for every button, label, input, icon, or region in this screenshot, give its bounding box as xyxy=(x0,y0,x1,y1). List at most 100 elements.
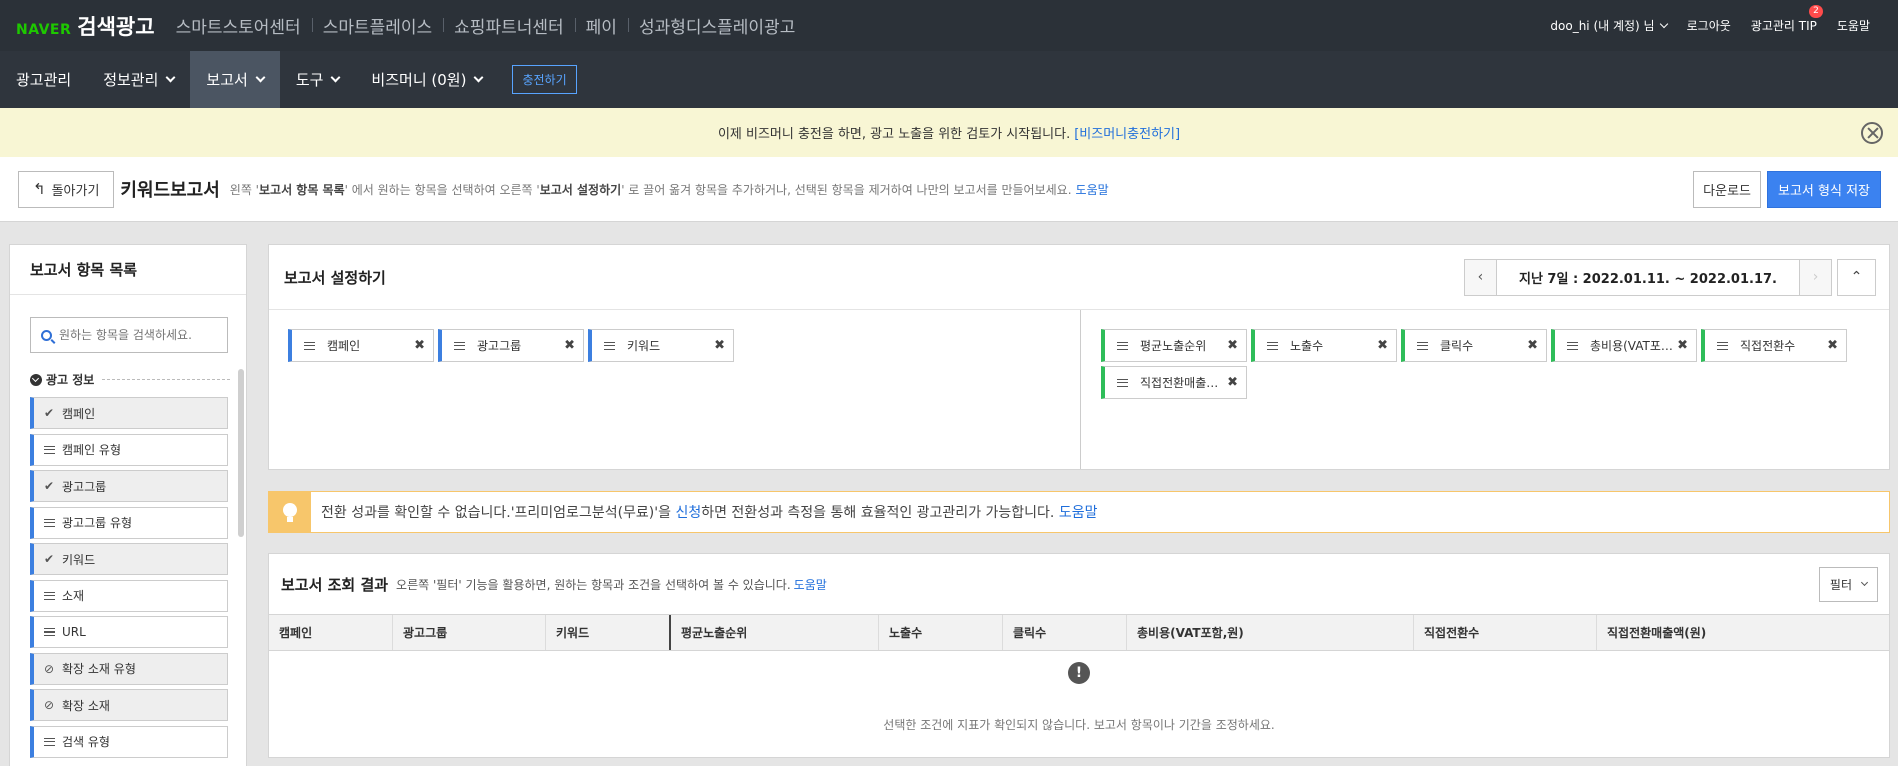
column-header-avg-rank[interactable]: 평균노출순위 xyxy=(671,615,879,650)
remove-icon[interactable]: ✖ xyxy=(714,338,725,353)
drag-handle-icon xyxy=(454,341,465,350)
bizmoney-charge-link[interactable]: [비즈머니충전하기] xyxy=(1074,123,1180,142)
ad-tip-link[interactable]: 광고관리 TIP 2 xyxy=(1741,5,1827,34)
nav-bizmoney[interactable]: 비즈머니 (0원) xyxy=(355,51,498,108)
nav-label: 정보관리 xyxy=(103,71,159,89)
metric-chip-total-cost[interactable]: 총비용(VAT포함,원)✖ xyxy=(1551,329,1697,362)
list-item[interactable]: 소재 xyxy=(30,579,228,612)
notice-banner: 이제 비즈머니 충전을 하면, 광고 노출을 위한 검토가 시작됩니다. [비즈… xyxy=(0,108,1898,157)
chip-label: 클릭수 xyxy=(1440,339,1474,353)
date-range[interactable]: 지난 7일 : 2022.01.11. ~ 2022.01.17. xyxy=(1496,258,1799,296)
tip-count-badge: 2 xyxy=(1809,5,1823,18)
chevron-down-icon xyxy=(330,72,341,82)
item-search[interactable] xyxy=(30,317,228,353)
filter-button[interactable]: 필터 xyxy=(1818,566,1878,602)
metric-chip-direct-conversions[interactable]: 직접전환수 ✖ xyxy=(1701,329,1847,362)
user-name: doo_hi (내 계정) 님 xyxy=(1550,19,1655,33)
list-item[interactable]: ✔ 광고그룹 xyxy=(30,470,228,502)
column-header-adgroup[interactable]: 광고그룹 xyxy=(393,615,546,650)
next-period-button[interactable]: › xyxy=(1799,258,1832,296)
close-icon[interactable] xyxy=(1861,122,1883,144)
column-header-impressions[interactable]: 노출수 xyxy=(879,615,1003,650)
section-header-ad-info[interactable]: 광고 정보 xyxy=(30,371,230,388)
metric-chip-impressions[interactable]: 노출수 ✖ xyxy=(1251,329,1397,362)
nav-tools[interactable]: 도구 xyxy=(280,51,356,108)
nav-info-management[interactable]: 정보관리 xyxy=(87,51,190,108)
desc-bold: 보고서 설정하기 xyxy=(539,182,622,197)
charge-button[interactable]: 충전하기 xyxy=(512,65,577,94)
help-link[interactable]: 도움말 xyxy=(1076,183,1109,197)
dimension-chip-keyword[interactable]: 키워드 ✖ xyxy=(588,329,734,362)
results-table-header: 캠페인 광고그룹 키워드 평균노출순위 노출수 클릭수 총비용(VAT포함,원)… xyxy=(269,614,1889,651)
list-item[interactable]: ⊘ 확장 소재 유형 xyxy=(30,652,228,685)
help-link[interactable]: 도움말 xyxy=(794,578,827,592)
collapse-button[interactable]: ⌃ xyxy=(1837,258,1876,296)
naver-logo: NAVER xyxy=(16,21,72,38)
list-item[interactable]: 광고그룹 유형 xyxy=(30,506,228,539)
item-label: 캠페인 유형 xyxy=(62,443,122,457)
chevron-up-icon: ⌃ xyxy=(1850,269,1863,285)
column-header-clicks[interactable]: 클릭수 xyxy=(1003,615,1127,650)
nav-reports[interactable]: 보고서 xyxy=(190,51,280,108)
account-menu: doo_hi (내 계정) 님 로그아웃 광고관리 TIP 2 도움말 xyxy=(1540,5,1880,34)
download-button[interactable]: 다운로드 xyxy=(1693,170,1761,208)
site-link-pay[interactable]: 페이 xyxy=(574,13,628,38)
list-item[interactable]: 캠페인 유형 xyxy=(30,433,228,466)
settings-body: 캠페인 ✖ 광고그룹 ✖ 키워드 ✖ 평균노출순위 ✖ 노출수 ✖ 클릭수 ✖ 총비용(VA… xyxy=(269,310,1889,469)
metric-chip-avg-rank[interactable]: 평균노출순위 ✖ xyxy=(1101,329,1247,362)
remove-icon[interactable]: ✖ xyxy=(1677,338,1688,353)
remove-icon[interactable]: ✖ xyxy=(564,338,575,353)
scrollbar[interactable] xyxy=(238,369,244,537)
apply-link[interactable]: 신청 xyxy=(675,505,701,521)
column-header-total-cost[interactable]: 총비용(VAT포함,원) xyxy=(1127,615,1414,650)
list-item[interactable]: ⊘ 확장 소재 xyxy=(30,689,228,721)
nav-label: 도구 xyxy=(295,71,324,89)
dimension-chip-campaign[interactable]: 캠페인 ✖ xyxy=(288,329,434,362)
save-report-format-button[interactable]: 보고서 형식 저장 xyxy=(1767,170,1881,208)
list-item[interactable]: 검색 유형 xyxy=(30,725,228,758)
dimension-drop-zone[interactable]: 캠페인 ✖ 광고그룹 ✖ 키워드 ✖ xyxy=(269,310,1081,469)
drag-handle-icon xyxy=(604,341,615,350)
check-icon: ✔ xyxy=(44,552,55,566)
header-actions: 다운로드 보고서 형식 저장 xyxy=(1693,170,1881,208)
remove-icon[interactable]: ✖ xyxy=(414,338,425,353)
help-link[interactable]: 도움말 xyxy=(1827,17,1880,34)
back-button[interactable]: ↰ 돌아가기 xyxy=(18,170,115,208)
metric-drop-zone[interactable]: 평균노출순위✖ 노출수✖ 클릭수✖ 총비용(VAT포함,원)✖ 직접전환수✖ 직… xyxy=(1081,310,1889,469)
remove-icon[interactable]: ✖ xyxy=(1377,338,1388,353)
metric-chip-direct-conversion-revenue[interactable]: 직접전환매출액(원)✖ xyxy=(1101,366,1247,399)
tip-text-part: 전환 성과를 확인할 수 없습니다.'프리미엄로그분석(무료)'을 xyxy=(321,505,676,521)
filter-label: 필터 xyxy=(1829,577,1852,592)
remove-icon[interactable]: ✖ xyxy=(1827,338,1838,353)
metric-chip-clicks[interactable]: 클릭수 ✖ xyxy=(1401,329,1547,362)
list-item[interactable]: URL xyxy=(30,616,228,648)
remove-icon[interactable]: ✖ xyxy=(1527,338,1538,353)
column-header-campaign[interactable]: 캠페인 xyxy=(269,615,393,650)
site-link-smartplace[interactable]: 스마트플레이스 xyxy=(311,13,443,38)
column-header-keyword[interactable]: 키워드 xyxy=(546,615,671,650)
site-link-display-ads[interactable]: 성과형디스플레이광고 xyxy=(627,13,806,38)
lightbulb-icon xyxy=(269,492,311,532)
prev-period-button[interactable]: ‹ xyxy=(1463,258,1497,296)
site-link-shopping-partner[interactable]: 쇼핑파트너센터 xyxy=(443,13,574,38)
section-label: 광고 정보 xyxy=(46,373,95,387)
drag-handle-icon xyxy=(1117,378,1128,387)
user-account-dropdown[interactable]: doo_hi (내 계정) 님 xyxy=(1540,17,1676,34)
dimension-chip-adgroup[interactable]: 광고그룹 ✖ xyxy=(438,329,584,362)
logout-link[interactable]: 로그아웃 xyxy=(1677,17,1741,34)
help-link[interactable]: 도움말 xyxy=(1059,505,1098,521)
item-label: 검색 유형 xyxy=(62,735,110,749)
site-link-smartstore[interactable]: 스마트스토어센터 xyxy=(165,13,312,38)
nav-ad-management[interactable]: 광고관리 xyxy=(0,51,87,108)
report-item-list: ✔ 캠페인 캠페인 유형 ✔ 광고그룹 광고그룹 유형 ✔ 키워드 소재 URL ⊘ 확… xyxy=(30,397,228,762)
search-input[interactable] xyxy=(59,328,219,342)
tip-text-part: 하면 전환성과 측정을 통해 효율적인 광고관리가 가능합니다. xyxy=(701,505,1055,521)
chip-label: 총비용(VAT포함,원) xyxy=(1590,339,1675,353)
column-header-direct-conversions[interactable]: 직접전환수 xyxy=(1414,615,1597,650)
list-item[interactable]: ✔ 키워드 xyxy=(30,543,228,575)
remove-icon[interactable]: ✖ xyxy=(1227,338,1238,353)
remove-icon[interactable]: ✖ xyxy=(1227,375,1238,390)
logo[interactable]: NAVER 검색광고 xyxy=(16,11,155,41)
list-item[interactable]: ✔ 캠페인 xyxy=(30,397,228,429)
column-header-direct-conversion-revenue[interactable]: 직접전환매출액(원) xyxy=(1597,615,1889,650)
